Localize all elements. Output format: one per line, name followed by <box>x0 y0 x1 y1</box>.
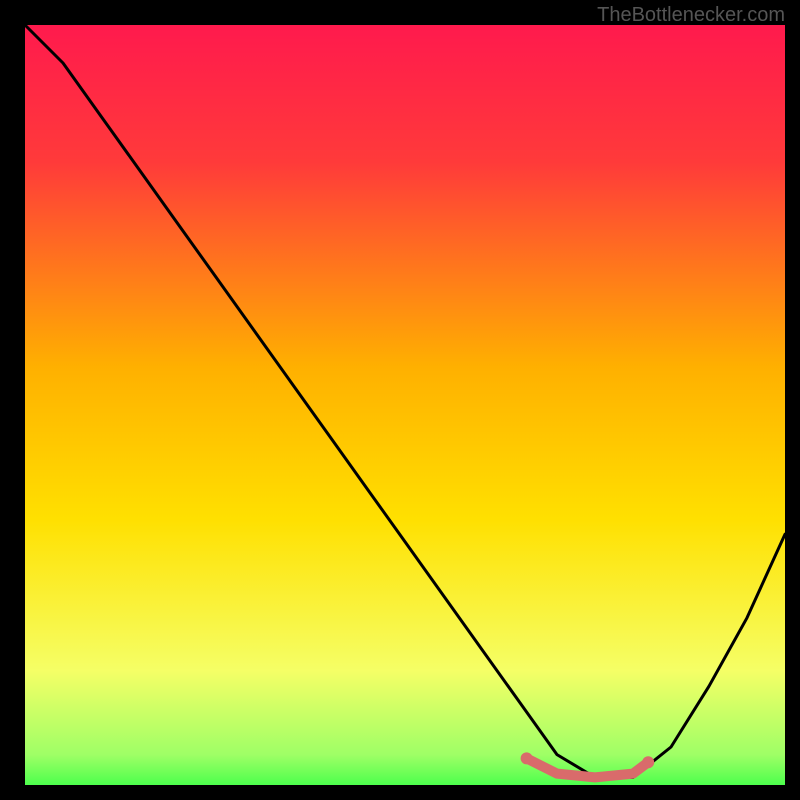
plot-background <box>25 25 785 785</box>
optimal-range-marker-start-dot <box>521 752 533 764</box>
optimal-range-marker-end-dot <box>642 756 654 768</box>
chart-svg <box>0 0 800 800</box>
bottleneck-chart <box>0 0 800 800</box>
watermark-text: TheBottlenecker.com <box>597 4 785 27</box>
